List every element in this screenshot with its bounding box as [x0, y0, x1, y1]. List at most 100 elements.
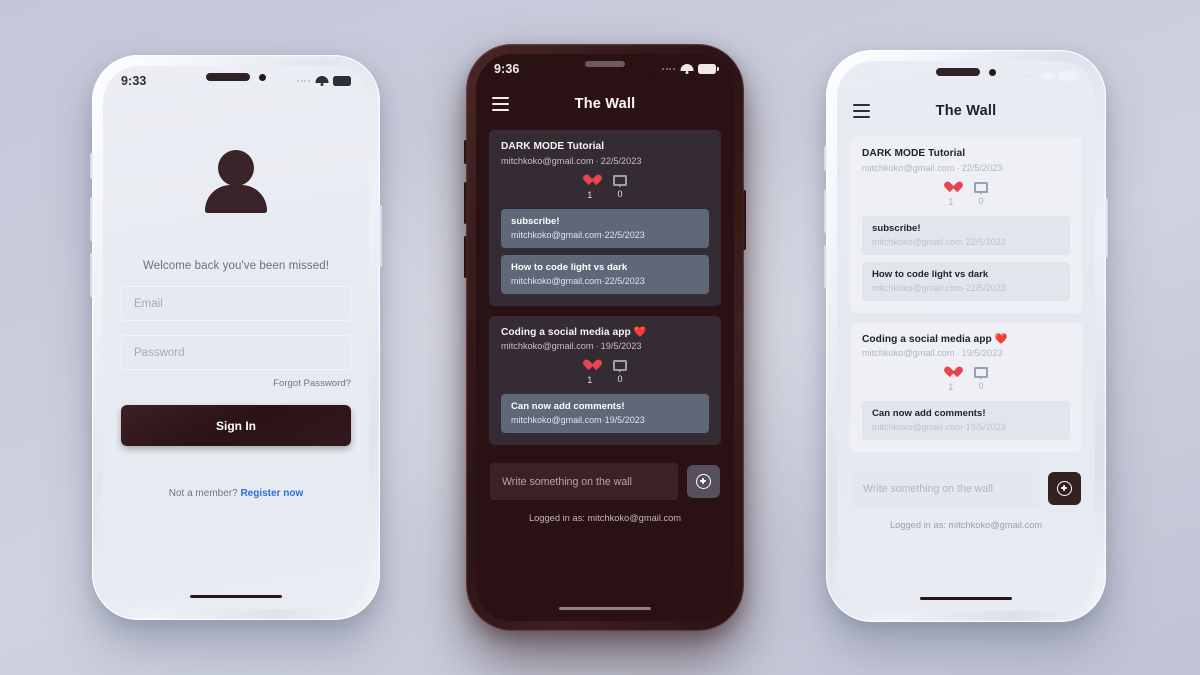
battery-icon	[333, 76, 351, 86]
sign-in-button[interactable]: Sign In	[121, 405, 351, 446]
power-button[interactable]	[379, 205, 382, 267]
power-button[interactable]	[743, 190, 746, 250]
comment-author: mitchkoko@gmail.com	[511, 415, 602, 425]
post-date: 22/5/2023	[600, 155, 642, 166]
status-bar: 9:36	[837, 61, 1095, 91]
comment-action[interactable]: 0	[974, 367, 988, 392]
status-icons	[297, 76, 351, 86]
comment-text: subscribe!	[872, 222, 921, 234]
like-count: 1	[948, 196, 954, 207]
comment-meta: mitchkoko@gmail.com·19/5/2023	[872, 422, 1060, 432]
comment-bubble-icon[interactable]	[974, 367, 988, 381]
like-action[interactable]: 1	[583, 360, 596, 385]
wall-message-input[interactable]: Write something on the wall	[851, 470, 1039, 507]
post-title: Coding a social media app ❤️	[501, 326, 647, 338]
comment-item[interactable]: subscribe! mitchkoko@gmail.com·22/5/2023	[862, 215, 1070, 255]
comment-author: mitchkoko@gmail.com	[511, 229, 602, 240]
phone-mockup-light-wall: 9:36 The Wall DARK MODE Tutorial mitchko…	[824, 50, 1108, 622]
mute-switch[interactable]	[90, 153, 93, 179]
battery-icon	[1059, 71, 1080, 81]
status-icons	[662, 64, 719, 74]
heart-icon[interactable]	[944, 367, 957, 379]
comment-meta: mitchkoko@gmail.com·19/5/2023	[511, 415, 699, 425]
like-action[interactable]: 1	[944, 182, 957, 207]
post-actions: 1 0	[501, 360, 709, 385]
phone-mockup-dark-wall: 9:36 The Wall DARK MODE Tutorial mitchko…	[464, 44, 746, 631]
like-action[interactable]: 1	[944, 367, 957, 392]
phone-mockup-login: 9:33 Welcome back you've been missed! Em…	[90, 55, 382, 620]
signal-dots-icon	[662, 68, 675, 70]
comment-bubble-icon[interactable]	[974, 181, 988, 195]
home-indicator[interactable]	[559, 606, 651, 610]
mute-switch[interactable]	[824, 146, 827, 171]
volume-down-button[interactable]	[90, 253, 93, 297]
register-now-link[interactable]: Register now	[240, 488, 303, 499]
register-prompt: Not a member? Register now	[121, 488, 351, 499]
like-action[interactable]: 1	[583, 175, 596, 200]
post-author: mitchkoko@gmail.com	[501, 155, 594, 166]
logged-in-status: Logged in as: mitchkoko@gmail.com	[528, 513, 682, 523]
app-bar: The Wall	[837, 91, 1095, 131]
comment-item[interactable]: Can now add comments! mitchkoko@gmail.co…	[862, 401, 1070, 440]
power-button[interactable]	[1105, 198, 1108, 258]
heart-icon[interactable]	[944, 182, 957, 194]
volume-up-button[interactable]	[90, 197, 93, 241]
comment-text: Can now add comments!	[872, 408, 986, 419]
status-time: 9:36	[494, 62, 520, 76]
speaker-pill-icon	[585, 61, 625, 67]
mute-switch[interactable]	[464, 140, 467, 164]
password-field[interactable]: Password	[121, 335, 351, 370]
comment-bubble-icon[interactable]	[613, 174, 627, 188]
status-time: 9:33	[121, 74, 147, 88]
home-indicator[interactable]	[920, 596, 1012, 600]
comment-count: 0	[978, 195, 984, 206]
speaker-pill-icon	[936, 68, 980, 76]
like-count: 1	[587, 189, 593, 200]
wall-feed: DARK MODE Tutorial mitchkoko@gmail.com · 2…	[837, 131, 1095, 452]
post-button[interactable]	[687, 465, 720, 498]
phone-screen-dark-wall: 9:36 The Wall DARK MODE Tutorial mitchko…	[476, 54, 734, 621]
status-time: 9:36	[855, 69, 881, 83]
status-bar: 9:33	[103, 66, 369, 96]
post-title: Coding a social media app ❤️	[862, 333, 1008, 345]
post-card[interactable]: Coding a social media app ❤️ mitchkoko@g…	[850, 322, 1082, 452]
comment-bubble-icon[interactable]	[613, 360, 627, 374]
hamburger-menu-icon[interactable]	[492, 97, 509, 111]
heart-icon[interactable]	[583, 175, 596, 187]
hamburger-menu-icon[interactable]	[853, 104, 870, 118]
person-avatar-icon	[201, 150, 271, 220]
post-date: 19/5/2023	[961, 348, 1003, 358]
email-field[interactable]: Email	[121, 286, 351, 321]
post-meta: mitchkoko@gmail.com · 22/5/2023	[862, 163, 1070, 173]
forgot-password-link[interactable]: Forgot Password?	[121, 378, 351, 389]
comment-date: 19/5/2023	[604, 415, 645, 425]
comment-action[interactable]: 0	[613, 174, 627, 200]
battery-icon	[698, 64, 719, 74]
comment-item[interactable]: How to code light vs dark mitchkoko@gmai…	[501, 254, 709, 294]
volume-down-button[interactable]	[464, 236, 467, 278]
comment-text: How to code light vs dark	[872, 268, 989, 280]
comment-item[interactable]: Can now add comments! mitchkoko@gmail.co…	[501, 394, 709, 433]
comment-action[interactable]: 0	[613, 360, 627, 385]
welcome-message: Welcome back you've been missed!	[142, 260, 330, 272]
signal-dots-icon	[297, 80, 310, 82]
heart-icon[interactable]	[583, 360, 596, 372]
comment-action[interactable]: 0	[974, 181, 988, 207]
post-card[interactable]: DARK MODE Tutorial mitchkoko@gmail.com · 2…	[489, 130, 721, 306]
post-card[interactable]: DARK MODE Tutorial mitchkoko@gmail.com · 2…	[850, 137, 1082, 313]
post-button[interactable]	[1048, 472, 1081, 505]
volume-up-button[interactable]	[824, 190, 827, 233]
comment-item[interactable]: subscribe! mitchkoko@gmail.com·22/5/2023	[501, 208, 709, 248]
meta-separator: ·	[956, 162, 960, 173]
post-author: mitchkoko@gmail.com	[862, 348, 955, 358]
composer: Write something on the wall	[837, 462, 1095, 507]
login-form: Welcome back you've been missed! Email P…	[103, 150, 369, 499]
volume-up-button[interactable]	[464, 182, 467, 224]
volume-down-button[interactable]	[824, 245, 827, 288]
home-indicator[interactable]	[190, 594, 282, 598]
comment-item[interactable]: How to code light vs dark mitchkoko@gmai…	[862, 261, 1070, 301]
post-card[interactable]: Coding a social media app ❤️ mitchkoko@g…	[489, 315, 721, 445]
dynamic-island	[936, 68, 996, 76]
wall-message-input[interactable]: Write something on the wall	[490, 463, 678, 500]
post-meta: mitchkoko@gmail.com · 19/5/2023	[862, 348, 1070, 358]
